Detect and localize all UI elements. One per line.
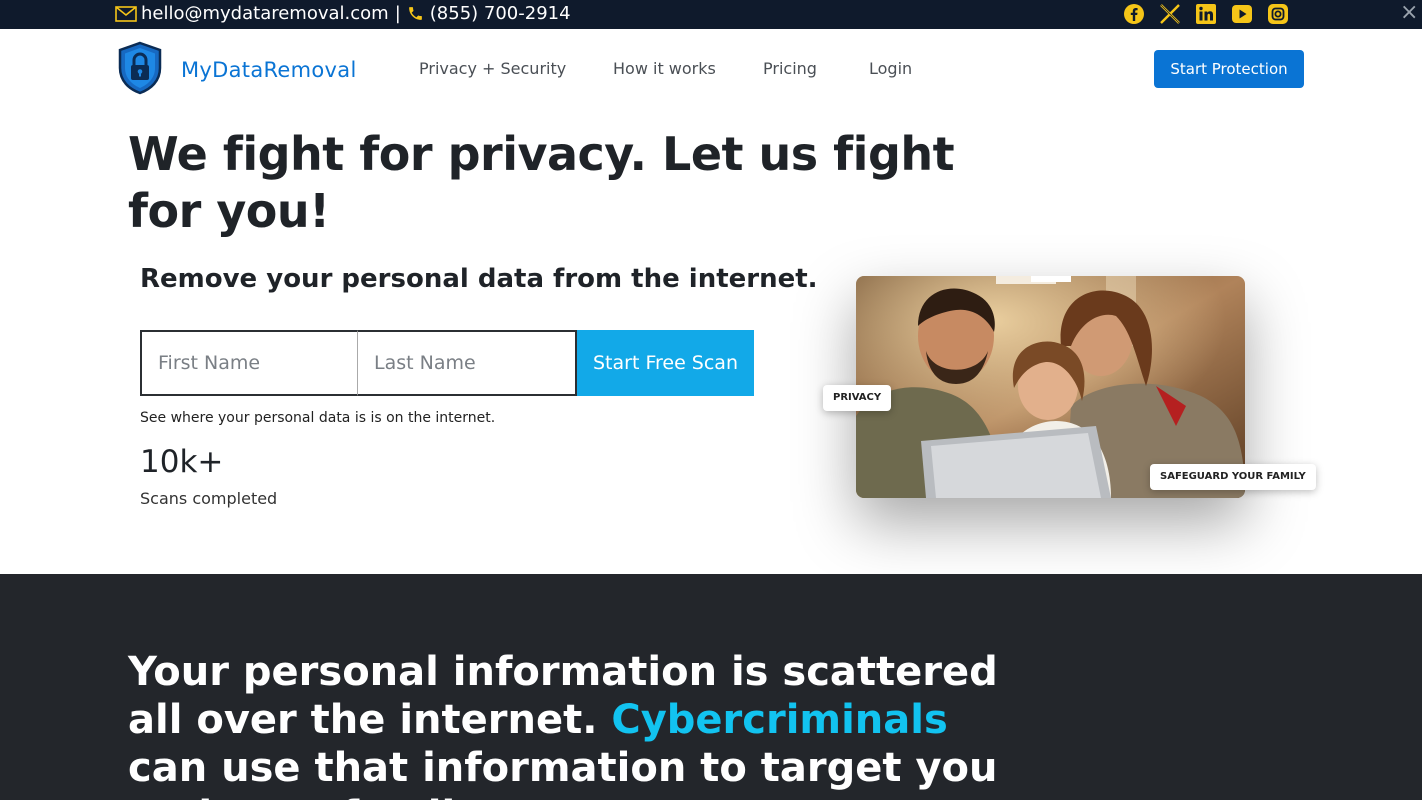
cybercriminals-highlight: Cybercriminals — [611, 697, 948, 743]
scan-hint: See where your personal data is is on th… — [140, 410, 496, 426]
hero-subheading: Remove your personal data from the inter… — [140, 264, 818, 294]
top-bar: hello@mydataremoval.com | (855) 700-2914… — [0, 0, 1422, 29]
site-logo[interactable]: MyDataRemoval — [117, 41, 357, 99]
first-name-input[interactable] — [140, 330, 358, 396]
scans-count: 10k+ — [140, 444, 224, 480]
brand-name: MyDataRemoval — [181, 58, 357, 82]
info-text-end: can use that information to target you a… — [128, 745, 998, 800]
x-icon[interactable] — [1159, 3, 1181, 25]
shield-lock-icon — [117, 41, 163, 99]
safeguard-family-tag: SAFEGUARD YOUR FAMILY — [1150, 464, 1316, 490]
instagram-icon[interactable] — [1267, 3, 1289, 25]
contact-info: hello@mydataremoval.com | (855) 700-2914 — [115, 3, 571, 24]
start-free-scan-button[interactable]: Start Free Scan — [577, 330, 754, 396]
email-link[interactable]: hello@mydataremoval.com — [141, 3, 389, 24]
privacy-tag: PRIVACY — [823, 385, 892, 411]
linkedin-icon[interactable] — [1195, 3, 1217, 25]
mail-icon — [115, 5, 137, 22]
info-heading: Your personal information is scattered a… — [128, 648, 1008, 800]
nav-login[interactable]: Login — [869, 59, 912, 78]
nav-pricing[interactable]: Pricing — [763, 59, 817, 78]
scans-label: Scans completed — [140, 489, 278, 508]
nav-how-it-works[interactable]: How it works — [613, 59, 716, 78]
last-name-input[interactable] — [358, 330, 577, 396]
hero-title: We fight for privacy. Let us fight for y… — [128, 127, 955, 238]
phone-icon — [407, 5, 424, 22]
phone-link[interactable]: (855) 700-2914 — [430, 3, 571, 24]
scan-form: Start Free Scan — [140, 330, 754, 396]
social-links — [1123, 3, 1303, 25]
close-topbar-icon[interactable]: × — [1400, 2, 1418, 24]
youtube-icon[interactable] — [1231, 3, 1253, 25]
contact-separator: | — [394, 3, 401, 24]
facebook-icon[interactable] — [1123, 3, 1145, 25]
start-protection-button[interactable]: Start Protection — [1154, 50, 1304, 88]
nav-privacy-security[interactable]: Privacy + Security — [419, 59, 566, 78]
